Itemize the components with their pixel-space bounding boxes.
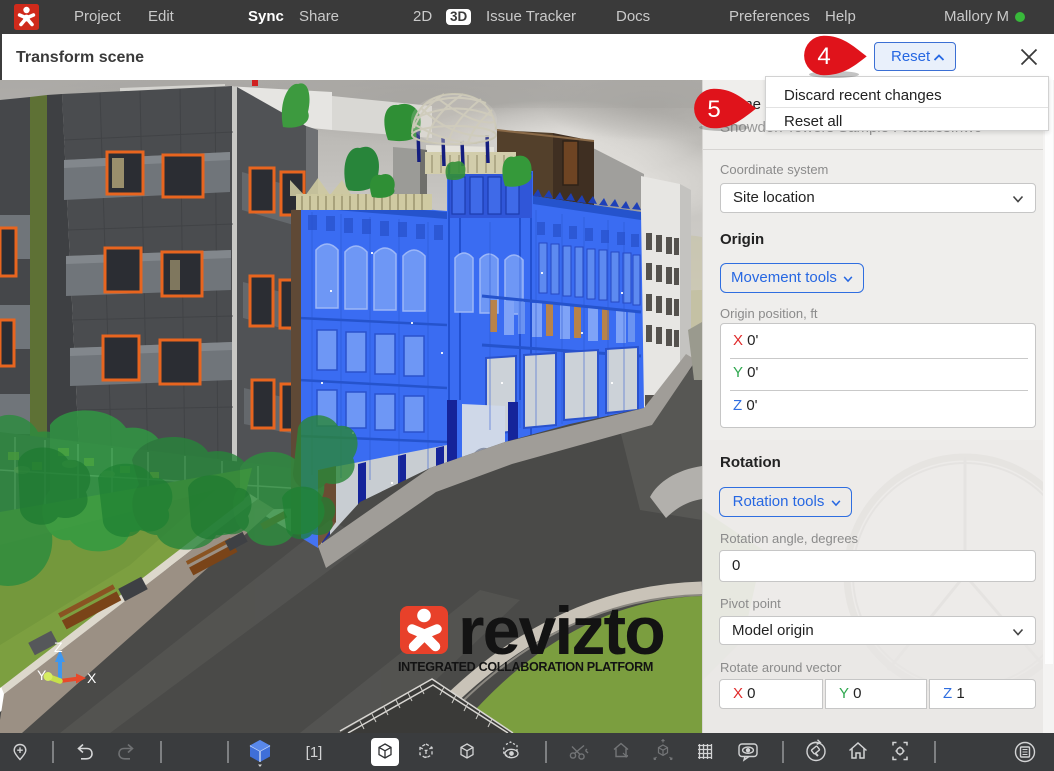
svg-text:revizto: revizto — [458, 593, 664, 669]
svg-text:4: 4 — [817, 43, 830, 70]
svg-text:X: X — [87, 670, 97, 686]
svg-text:5: 5 — [707, 96, 720, 123]
svg-text:Z: Z — [54, 639, 63, 655]
svg-text:Y: Y — [37, 667, 47, 683]
svg-text:INTEGRATED COLLABORATION PLATF: INTEGRATED COLLABORATION PLATFORM — [398, 660, 653, 674]
